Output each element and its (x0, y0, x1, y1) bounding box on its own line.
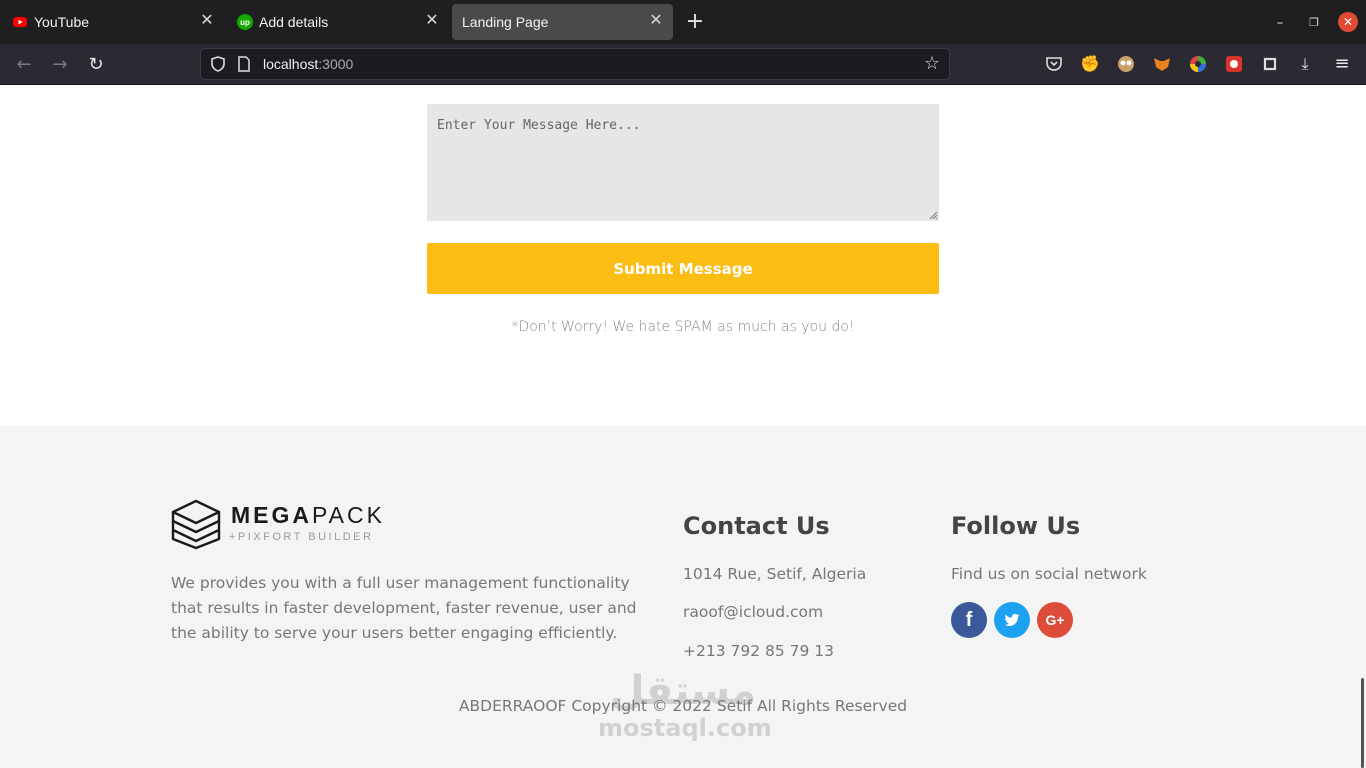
follow-text: Find us on social network (951, 565, 1147, 583)
twitter-bird-icon (1004, 613, 1020, 627)
url-text[interactable]: localhost:3000 (263, 56, 353, 72)
tab-youtube[interactable]: YouTube ✕ (2, 4, 224, 40)
follow-title: Follow Us (951, 512, 1081, 540)
watermark-arabic: مستقل (609, 668, 757, 714)
tab-landing-page[interactable]: Landing Page ✕ (452, 4, 673, 40)
bookmark-star-icon[interactable]: ☆ (921, 53, 943, 75)
url-host: localhost (263, 56, 319, 72)
tab-add-details[interactable]: up Add details ✕ (227, 4, 449, 40)
shield-icon[interactable] (209, 55, 227, 73)
logo-pack: PACK (312, 502, 385, 528)
url-port: :3000 (318, 56, 354, 72)
extension-red-icon[interactable] (1224, 54, 1244, 74)
contact-title: Contact Us (683, 512, 830, 540)
tab-label: Landing Page (462, 14, 549, 30)
page-content: Submit Message *Don’t Worry! We hate SPA… (0, 85, 1366, 768)
minimize-icon[interactable]: – (1269, 12, 1291, 34)
reload-icon[interactable]: ↻ (85, 54, 107, 76)
menu-hamburger-icon[interactable]: ≡ (1331, 53, 1353, 75)
scrollbar-thumb[interactable] (1361, 678, 1364, 768)
submit-message-button[interactable]: Submit Message (427, 243, 939, 294)
contact-email[interactable]: raoof@icloud.com (683, 603, 823, 621)
watermark-latin: mostaql.com (598, 714, 772, 742)
contact-phone[interactable]: +213 792 85 79 13 (683, 642, 834, 660)
back-arrow-icon[interactable]: ← (13, 54, 35, 76)
tab-label: YouTube (34, 14, 90, 30)
gnome-extension-icon[interactable]: ✊ (1079, 53, 1101, 75)
logo-mega: MEGA (231, 502, 312, 528)
color-wheel-icon[interactable] (1188, 54, 1208, 74)
page-icon (238, 56, 250, 72)
message-textarea[interactable] (427, 104, 939, 221)
pocket-icon[interactable] (1044, 54, 1064, 74)
close-tab-icon[interactable]: ✕ (198, 12, 216, 30)
spam-note: *Don’t Worry! We hate SPAM as much as yo… (511, 319, 855, 335)
upwork-icon: up (237, 14, 253, 30)
google-plus-icon[interactable]: G+ (1037, 602, 1073, 638)
resize-handle-icon[interactable] (928, 210, 938, 220)
megapack-logo[interactable]: MEGAPACK +PIXFORT BUILDER (171, 498, 391, 550)
forward-arrow-icon[interactable]: → (49, 54, 71, 76)
download-icon[interactable]: ⤓ (1294, 53, 1316, 75)
extension-circle-icon[interactable] (1260, 54, 1280, 74)
extension-owl-icon[interactable] (1116, 54, 1136, 74)
restore-icon[interactable]: ❐ (1303, 12, 1325, 34)
mostaql-watermark: مستقل mostaql.com (598, 668, 772, 758)
browser-tab-bar: YouTube ✕ up Add details ✕ Landing Page … (0, 0, 1366, 44)
layers-logo-icon (171, 499, 221, 550)
metamask-fox-icon[interactable] (1152, 54, 1172, 74)
window-close-icon[interactable]: ✕ (1338, 12, 1358, 32)
address-bar[interactable]: localhost:3000 ☆ (200, 48, 950, 80)
logo-wordmark: MEGAPACK (231, 502, 385, 529)
site-footer: MEGAPACK +PIXFORT BUILDER We provides yo… (0, 426, 1366, 768)
tab-label: Add details (259, 14, 329, 30)
about-text: We provides you with a full user managem… (171, 574, 637, 642)
close-tab-icon[interactable]: ✕ (647, 12, 665, 30)
logo-subtitle: +PIXFORT BUILDER (229, 531, 374, 543)
contact-address: 1014 Rue, Setif, Algeria (683, 565, 867, 583)
new-tab-button[interactable]: + (684, 9, 706, 35)
youtube-icon (13, 17, 27, 27)
svg-text:up: up (240, 18, 250, 27)
close-tab-icon[interactable]: ✕ (423, 12, 441, 30)
twitter-icon[interactable] (994, 602, 1030, 638)
facebook-icon[interactable]: f (951, 602, 987, 638)
browser-toolbar: ← → ↻ localhost:3000 ☆ ✊ ⤓ ≡ (0, 44, 1366, 85)
